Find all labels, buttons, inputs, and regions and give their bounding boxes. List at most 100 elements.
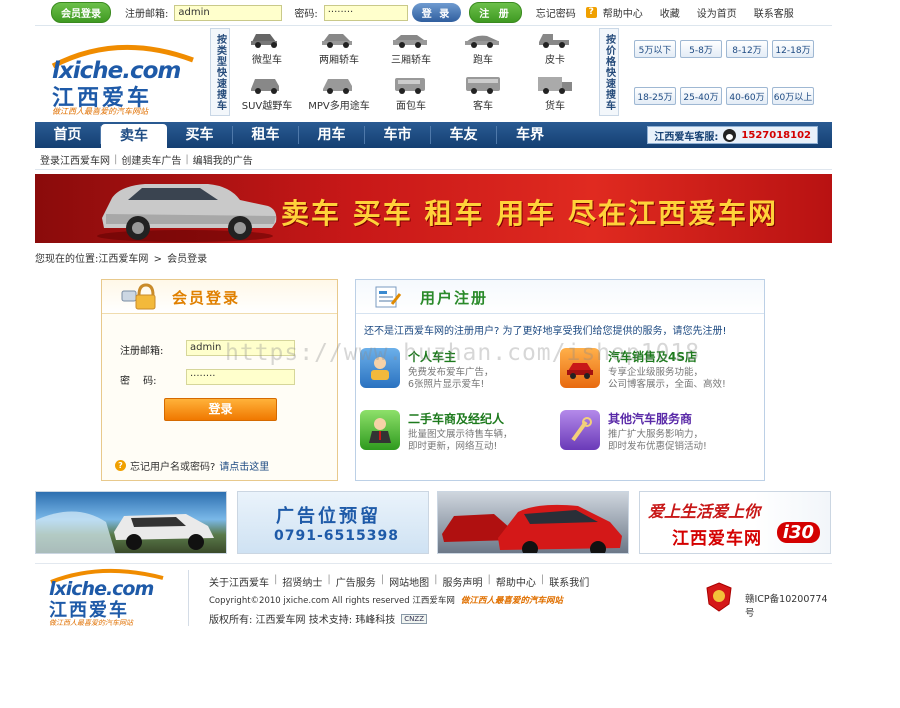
service-private-owner[interactable]: 个人车主 免费发布爱车广告， 6张照片显示爱车! [360, 348, 550, 391]
car-type-item[interactable]: 皮卡 [519, 28, 591, 72]
service-other-provider[interactable]: 其他汽车服务商 推广扩大服务影响力， 即时发布优惠促销活动! [560, 410, 750, 453]
ad-love-life[interactable]: 爱上生活爱上你 江西爱车网 i30 [639, 491, 831, 554]
top-login-button[interactable]: 登 录 [411, 3, 462, 22]
footer-link[interactable]: 服务声明 [443, 574, 483, 589]
agent-person-icon [360, 410, 400, 450]
nav-rent-car[interactable]: 租车 [233, 126, 299, 144]
car-type-item[interactable]: MPV多用途车 [303, 74, 375, 118]
service-desc: 批量图文展示待售车辆， [408, 429, 513, 440]
service-title: 二手车商及经纪人 [408, 412, 505, 426]
forgot-row: ? 忘记用户名或密码? 请点击这里 [115, 458, 269, 473]
dealer-car-icon [560, 348, 600, 388]
car-type-item[interactable]: 两厢轿车 [303, 28, 375, 72]
nav-car-world[interactable]: 车界 [497, 126, 563, 144]
top-email-input[interactable]: admin [174, 4, 283, 21]
price-button[interactable]: 25-40万 [680, 87, 722, 105]
qq-penguin-icon [723, 128, 737, 142]
nav-use-car[interactable]: 用车 [299, 126, 365, 144]
nav-buy-car[interactable]: 买车 [167, 126, 233, 144]
customer-service-box[interactable]: 江西爱车客服: 1527018102 [647, 126, 818, 144]
footer-sep: | [327, 574, 331, 585]
register-panel-header: 用户注册 [356, 280, 764, 314]
register-title: 用户注册 [420, 289, 489, 307]
ad-red-cars[interactable] [437, 491, 629, 554]
ad-reserved-slot[interactable]: 广告位预留 0791-6515398 [237, 491, 429, 554]
nav-car-friends[interactable]: 车友 [431, 126, 497, 144]
price-button[interactable]: 5万以下 [634, 40, 676, 58]
service-desc: 公司博客展示，全面、高效! [608, 379, 726, 390]
car-type-item[interactable]: 微型车 [231, 28, 303, 72]
car-type-item[interactable]: 面包车 [375, 74, 447, 118]
nav-sell-car[interactable]: 卖车 [101, 124, 167, 148]
promo-banner[interactable]: 卖车 买车 租车 用车 尽在江西爱车网 [35, 174, 832, 243]
service-title: 汽车销售及4S店 [608, 350, 697, 364]
service-dealer-4s[interactable]: 汽车销售及4S店 专享企业级服务功能， 公司博客展示，全面、高效! [560, 348, 750, 391]
service-used-car-dealer[interactable]: 二手车商及经纪人 批量图文展示待售车辆， 即时更新，网络互动! [360, 410, 550, 453]
footer-logo[interactable]: lxiche.com 江西爱车 做江西人最喜爱的汽车网站 [47, 566, 187, 630]
police-badge-icon[interactable] [705, 582, 733, 612]
footer-link[interactable]: 网站地图 [389, 574, 429, 589]
red-hatchback-icon [442, 504, 622, 553]
car-type-item[interactable]: 货车 [519, 74, 591, 118]
lock-icon [121, 283, 156, 310]
login-submit-button[interactable]: 登录 [164, 398, 277, 421]
site-logo[interactable]: lxiche.com 江西爱车 做江西人最喜爱的汽车网站 [48, 38, 198, 118]
car-type-item[interactable]: 跑车 [447, 28, 519, 72]
service-phone: 1527018102 [741, 129, 811, 141]
contact-service-link[interactable]: 联系客服 [754, 5, 794, 20]
login-email-label: 注册邮箱: [120, 346, 164, 357]
top-register-button[interactable]: 注 册 [469, 2, 522, 23]
set-homepage-link[interactable]: 设为首页 [697, 5, 737, 20]
car-type-item[interactable]: 客车 [447, 74, 519, 118]
login-password-input[interactable]: ········ [186, 369, 295, 385]
login-panel: 会员登录 注册邮箱: admin 密 码: ········ 登录 ? 忘记用户… [101, 279, 338, 481]
footer-sep: | [487, 574, 491, 585]
forgot-text: 忘记用户名或密码? [130, 462, 216, 473]
breadcrumb-home[interactable]: 江西爱车网 [98, 254, 148, 265]
breadcrumb-sep: > [153, 254, 162, 265]
favorite-link[interactable]: 收藏 [660, 5, 680, 20]
subnav-create-ad-link[interactable]: 创建卖车广告 [121, 152, 181, 167]
service-desc: 免费发布爱车广告， [408, 367, 494, 378]
service-desc: 推广扩大服务影响力， [608, 429, 704, 440]
footer-copyright-row: Copyright©2010 jxiche.com All rights res… [209, 594, 563, 606]
forgot-link[interactable]: 请点击这里 [219, 458, 269, 473]
cnzz-badge[interactable]: CNZZ [401, 613, 427, 624]
top-password-input[interactable]: ········ [323, 4, 408, 21]
nav-home[interactable]: 首页 [35, 126, 101, 144]
footer-link[interactable]: 关于江西爱车 [209, 574, 269, 589]
forgot-password-link[interactable]: 忘记密码 [536, 5, 576, 20]
price-button[interactable]: 12-18万 [772, 40, 814, 58]
price-button[interactable]: 5-8万 [680, 40, 722, 58]
ad-reserve-phone: 0791-6515398 [274, 528, 399, 544]
ad-promo-line1: 爱上生活爱上你 [648, 502, 761, 521]
nav-car-market[interactable]: 车市 [365, 126, 431, 144]
footer-link[interactable]: 联系我们 [549, 574, 589, 589]
suv-car-icon [97, 184, 277, 242]
site-footer: lxiche.com 江西爱车 做江西人最喜爱的汽车网站 关于江西爱车 | 招贤纳… [35, 563, 832, 633]
login-password-label: 密 码: [120, 376, 157, 387]
price-button[interactable]: 60万以上 [772, 87, 814, 105]
register-intro[interactable]: 还不是江西爱车网的注册用户? 为了更好地享受我们给您提供的服务，请您先注册! [364, 322, 727, 337]
footer-link[interactable]: 帮助中心 [496, 574, 536, 589]
price-button[interactable]: 40-60万 [726, 87, 768, 105]
footer-link[interactable]: 广告服务 [336, 574, 376, 589]
car-silhouette-icon [538, 77, 572, 94]
footer-link[interactable]: 招贤纳士 [282, 574, 322, 589]
footer-icp[interactable]: 赣ICP备10200774号 [745, 591, 832, 619]
question-icon: ? [115, 460, 126, 471]
subnav-login-link[interactable]: 登录江西爱车网 [40, 152, 110, 167]
car-type-label: SUV越野车 [241, 101, 293, 112]
car-type-item[interactable]: 三厢轿车 [375, 28, 447, 72]
footer-links: 关于江西爱车 | 招贤纳士 | 广告服务 | 网站地图 | 服务声明 | 帮助中心 | 联系… [209, 574, 589, 589]
car-type-item[interactable]: SUV越野车 [231, 74, 303, 118]
car-type-label: 皮卡 [545, 55, 565, 66]
login-email-input[interactable]: admin [186, 340, 295, 356]
price-button[interactable]: 8-12万 [726, 40, 768, 58]
help-center-link[interactable]: 帮助中心 [603, 5, 643, 20]
car-silhouette-icon [539, 34, 569, 48]
price-button[interactable]: 18-25万 [634, 87, 676, 105]
top-password-label: 密码: [294, 9, 318, 20]
subnav-edit-ad-link[interactable]: 编辑我的广告 [193, 152, 253, 167]
ad-banner-offroad[interactable] [35, 491, 227, 554]
